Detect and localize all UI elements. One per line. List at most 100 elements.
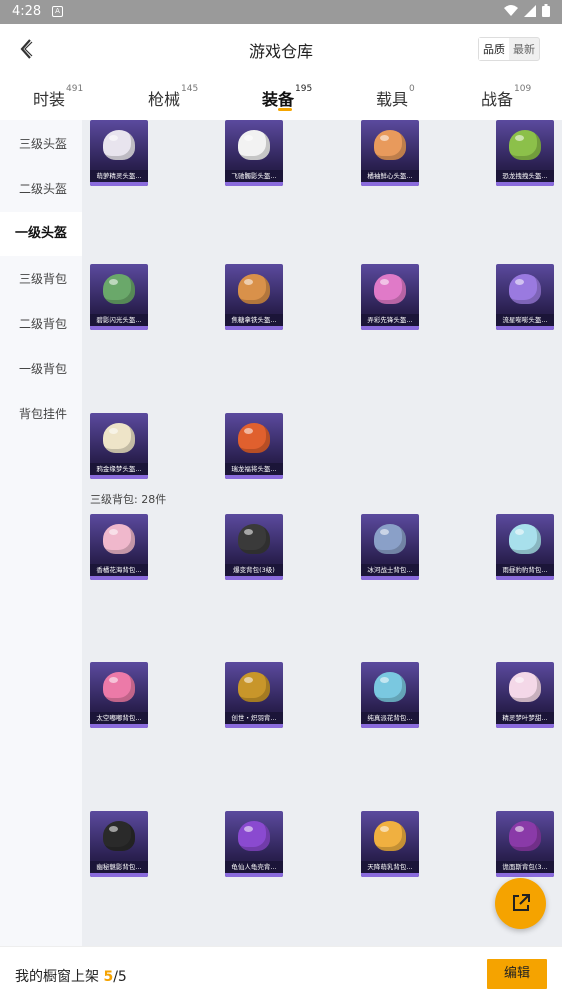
- item-card[interactable]: 爆变背包(3级): [225, 514, 283, 580]
- item-highlight: [109, 529, 118, 535]
- item-image: [103, 274, 135, 304]
- item-image: [509, 274, 541, 304]
- item-card[interactable]: 太空嘟嘟背包...: [90, 662, 148, 728]
- item-card[interactable]: 碧影闪光头盔...: [90, 264, 148, 330]
- showcase-current-count: 5: [103, 969, 114, 985]
- tab-count: 0: [409, 84, 415, 94]
- sidebar-item-level2-helmet[interactable]: 二级头盔: [0, 167, 82, 211]
- item-highlight: [109, 826, 118, 832]
- item-highlight: [244, 826, 253, 832]
- item-card[interactable]: 雨昼豹豹背包...: [496, 514, 554, 580]
- item-name: 香橘花海背包...: [90, 564, 148, 576]
- item-name: 精灵梦叶梦甜...: [496, 712, 554, 724]
- share-button[interactable]: [495, 878, 546, 929]
- item-highlight: [244, 428, 253, 434]
- item-card[interactable]: 橘袖鲜心头盔...: [361, 120, 419, 186]
- item-name: 纯真派花背包...: [361, 712, 419, 724]
- item-name: 雨昼豹豹背包...: [496, 564, 554, 576]
- item-highlight: [380, 279, 389, 285]
- signal-icon: [524, 4, 536, 17]
- item-highlight: [515, 826, 524, 832]
- tab-count: 195: [295, 84, 313, 94]
- item-image: [374, 524, 406, 554]
- tab-guns[interactable]: 枪械145: [148, 84, 198, 110]
- rarity-bar: [90, 576, 148, 580]
- item-card[interactable]: 诡面斯背包(3...: [496, 811, 554, 877]
- item-image: [238, 524, 270, 554]
- item-name: 太空嘟嘟背包...: [90, 712, 148, 724]
- item-card[interactable]: 焦糖拿铁头盔...: [225, 264, 283, 330]
- item-card[interactable]: 弄彩先锋头盔...: [361, 264, 419, 330]
- item-image: [374, 130, 406, 160]
- header: 游戏仓库 品质 最新: [0, 24, 562, 74]
- item-card[interactable]: 天降萌乳背包...: [361, 811, 419, 877]
- item-card[interactable]: 冰河战士背包...: [361, 514, 419, 580]
- rarity-bar: [225, 873, 283, 877]
- rarity-bar: [225, 475, 283, 479]
- active-tab-indicator: [278, 108, 292, 111]
- share-external-icon: [512, 894, 530, 911]
- tab-count: 491: [66, 84, 84, 94]
- item-highlight: [244, 279, 253, 285]
- tab-label: 时装: [33, 90, 66, 109]
- bottom-bar: 我的橱窗上架 5/5 编辑: [0, 946, 562, 999]
- item-card[interactable]: 流星嘭嘭头盔...: [496, 264, 554, 330]
- item-image: [103, 524, 135, 554]
- item-highlight: [380, 529, 389, 535]
- item-card[interactable]: 创世・炽羽背...: [225, 662, 283, 728]
- tab-equipment[interactable]: 装备195: [262, 84, 313, 110]
- rarity-bar: [225, 724, 283, 728]
- sidebar-item-level1-backpack[interactable]: 一级背包: [0, 347, 82, 391]
- rarity-bar: [361, 576, 419, 580]
- item-name: 爆变背包(3级): [225, 564, 283, 576]
- item-name: 碧影闪光头盔...: [90, 314, 148, 326]
- tab-count: 109: [514, 84, 532, 94]
- item-highlight: [515, 677, 524, 683]
- sidebar-item-backpack-charm[interactable]: 背包挂件: [0, 392, 82, 436]
- tab-vehicles[interactable]: 载具0: [376, 84, 415, 110]
- item-highlight: [380, 826, 389, 832]
- item-card[interactable]: 幽秘魅影背包...: [90, 811, 148, 877]
- item-name: 诡面斯背包(3...: [496, 861, 554, 873]
- sidebar-item-level3-backpack[interactable]: 三级背包: [0, 257, 82, 301]
- rarity-bar: [90, 724, 148, 728]
- item-card[interactable]: 香橘花海背包...: [90, 514, 148, 580]
- sidebar-item-level3-helmet[interactable]: 三级头盔: [0, 122, 82, 166]
- item-name: 弄彩先锋头盔...: [361, 314, 419, 326]
- item-image: [374, 672, 406, 702]
- edit-button[interactable]: 编辑: [487, 959, 547, 989]
- tab-fashion[interactable]: 时装491: [33, 84, 84, 110]
- item-highlight: [109, 279, 118, 285]
- sort-toggle: 品质 最新: [478, 37, 540, 61]
- item-card[interactable]: 瑞龙福将头盔...: [225, 413, 283, 479]
- clock: 4:28: [12, 4, 42, 19]
- rarity-bar: [225, 182, 283, 186]
- item-card[interactable]: 飞驰髑影头盔...: [225, 120, 283, 186]
- rarity-bar: [225, 576, 283, 580]
- item-highlight: [380, 135, 389, 141]
- sort-quality-button[interactable]: 品质: [479, 38, 509, 60]
- rarity-bar: [90, 475, 148, 479]
- item-card[interactable]: 萌萝精灵头盔...: [90, 120, 148, 186]
- sort-latest-button[interactable]: 最新: [509, 38, 539, 60]
- item-name: 天降萌乳背包...: [361, 861, 419, 873]
- rarity-bar: [361, 873, 419, 877]
- rarity-bar: [496, 576, 554, 580]
- tab-label: 枪械: [148, 90, 181, 109]
- rarity-bar: [361, 182, 419, 186]
- item-card[interactable]: 精灵梦叶梦甜...: [496, 662, 554, 728]
- item-card[interactable]: 恐龙拽拽头盔...: [496, 120, 554, 186]
- item-card[interactable]: 龟仙人龟壳背...: [225, 811, 283, 877]
- item-image: [238, 423, 270, 453]
- sidebar-item-level1-helmet[interactable]: 一级头盔: [0, 212, 82, 256]
- sidebar-item-level2-backpack[interactable]: 二级背包: [0, 302, 82, 346]
- item-highlight: [109, 428, 118, 434]
- rarity-bar: [90, 873, 148, 877]
- item-name: 焦糖拿铁头盔...: [225, 314, 283, 326]
- item-card[interactable]: 鸦金缘梦头盔...: [90, 413, 148, 479]
- tab-supplies[interactable]: 战备109: [481, 84, 532, 110]
- item-image: [238, 274, 270, 304]
- item-name: 恐龙拽拽头盔...: [496, 170, 554, 182]
- item-card[interactable]: 纯真派花背包...: [361, 662, 419, 728]
- item-image: [509, 821, 541, 851]
